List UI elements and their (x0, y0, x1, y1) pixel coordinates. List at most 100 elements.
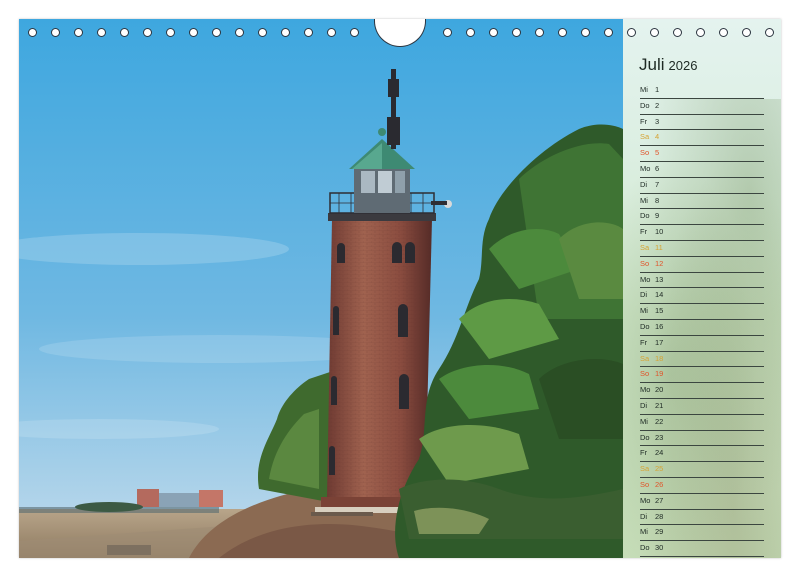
day-row: Do 23 (640, 431, 764, 447)
day-number: 2 (655, 100, 660, 110)
weekday-label: Mi (640, 416, 648, 426)
weekday-label: Mo (640, 274, 651, 284)
day-number: 27 (655, 495, 664, 505)
day-row: Fr 3 (640, 115, 764, 131)
weekday-label: Fr (640, 448, 648, 458)
weekday-label: Sa (640, 464, 650, 474)
calendar-page: Juli 2026 Mi 1 Do 2 Fr 3 Sa 4 So 5 Mo 6 Di 7 Mi 8 Do 9 Fr 10… (19, 19, 781, 558)
day-number: 10 (655, 227, 664, 237)
day-row: Mi 22 (640, 415, 764, 431)
weekday-label: Mo (640, 385, 651, 395)
day-number: 13 (655, 274, 664, 284)
weekday-label: So (640, 479, 650, 489)
day-row: Fr 24 (640, 446, 764, 463)
day-row: Di 14 (640, 288, 764, 305)
day-row: Di 28 (640, 510, 764, 526)
weekday-label: Fr (640, 227, 648, 237)
weekday-label: So (640, 258, 650, 268)
weekday-label: Mo (640, 163, 651, 173)
day-number: 20 (655, 385, 664, 395)
day-row: Mi 29 (640, 525, 764, 542)
day-number: 18 (655, 353, 664, 363)
weekday-label: So (640, 369, 650, 379)
weekday-label: Fr (640, 337, 648, 347)
day-row: Mo 20 (640, 383, 764, 399)
day-row: Di 7 (640, 178, 764, 194)
day-row: Sa 4 (640, 130, 764, 147)
day-number: 15 (655, 306, 664, 316)
weekday-label: Fr (640, 557, 656, 558)
weekday-label: Do (640, 100, 650, 110)
month-year: 2026 (668, 58, 698, 73)
day-row: Mi 1 (640, 83, 764, 99)
calendar-sidebar: Juli 2026 Mi 1 Do 2 Fr 3 Sa 4 So 5 Mo 6 Di 7 Mi 8 Do 9 Fr 10… (623, 19, 781, 558)
day-number: 5 (655, 148, 660, 158)
day-number: 16 (655, 321, 664, 331)
weekday-label: Sa (640, 132, 650, 142)
day-row: Do 9 (640, 209, 764, 226)
weekday-label: Do (640, 321, 650, 331)
day-row: Do 2 (640, 99, 764, 115)
weekday-label: Di (640, 511, 648, 521)
day-number: 25 (655, 464, 664, 474)
weekday-label: Sa (640, 242, 650, 252)
day-number: 12 (655, 258, 664, 268)
day-row: Mi 15 (640, 304, 764, 320)
month-title: Juli 2026 (639, 55, 697, 75)
day-row: Do 16 (640, 320, 764, 336)
day-row: Sa 25 (640, 462, 764, 478)
weekday-label: Fr (640, 116, 648, 126)
day-number: 7 (655, 179, 660, 189)
day-number: 9 (655, 211, 660, 221)
day-row: Do 30 (640, 541, 764, 557)
day-number: 22 (655, 416, 664, 426)
day-number: 4 (655, 132, 660, 142)
weekday-label: Sa (640, 353, 650, 363)
weekday-label: Do (640, 211, 650, 221)
weekday-label: Do (640, 432, 650, 442)
day-row: Sa 18 (640, 352, 764, 368)
day-number: 24 (655, 448, 664, 458)
day-number: 17 (655, 337, 664, 347)
day-row: Mo 13 (640, 273, 764, 289)
day-number: 29 (655, 527, 664, 537)
day-number: 6 (655, 163, 660, 173)
day-number: 21 (655, 400, 664, 410)
day-number: 8 (655, 195, 660, 205)
day-row: So 19 (640, 367, 764, 384)
weekday-label: Mi (640, 306, 648, 316)
weekday-label: Mi (640, 527, 648, 537)
day-row: Mo 6 (640, 162, 764, 178)
weekday-label: Do (640, 543, 650, 553)
day-number: 11 (655, 242, 663, 252)
weekday-label: Di (640, 400, 648, 410)
day-row: So 26 (640, 478, 764, 494)
month-name: Juli (639, 55, 665, 74)
day-number: 14 (655, 290, 664, 300)
day-row: Mo 27 (640, 494, 764, 510)
day-number: 3 (655, 116, 660, 126)
day-list: Mi 1 Do 2 Fr 3 Sa 4 So 5 Mo 6 Di 7 Mi 8 Do 9 Fr 10 Sa 11 So 12 M… (640, 83, 764, 558)
day-row: Mi 8 (640, 194, 764, 210)
day-row: Fr 10 (640, 225, 764, 241)
weekday-label: Mi (640, 195, 648, 205)
day-row: Fr 17 (640, 336, 764, 352)
day-number: 30 (655, 543, 664, 553)
weekday-label: So (640, 148, 650, 158)
weekday-label: Di (640, 179, 648, 189)
weekday-label: Mi (640, 85, 648, 94)
day-number: 26 (655, 479, 664, 489)
day-number: 31 (655, 557, 663, 558)
day-number: 19 (655, 369, 664, 379)
day-row: So 5 (640, 146, 764, 162)
weekday-label: Di (640, 290, 648, 300)
lighthouse-photo (19, 19, 623, 558)
day-row: Di 21 (640, 399, 764, 415)
day-row: So 12 (640, 257, 764, 273)
day-number: 23 (655, 432, 664, 442)
day-number: 28 (655, 511, 664, 521)
day-row: Sa 11 (640, 241, 764, 257)
day-row: Fr31 (640, 557, 764, 558)
weekday-label: Mo (640, 495, 651, 505)
day-number: 1 (655, 85, 660, 94)
